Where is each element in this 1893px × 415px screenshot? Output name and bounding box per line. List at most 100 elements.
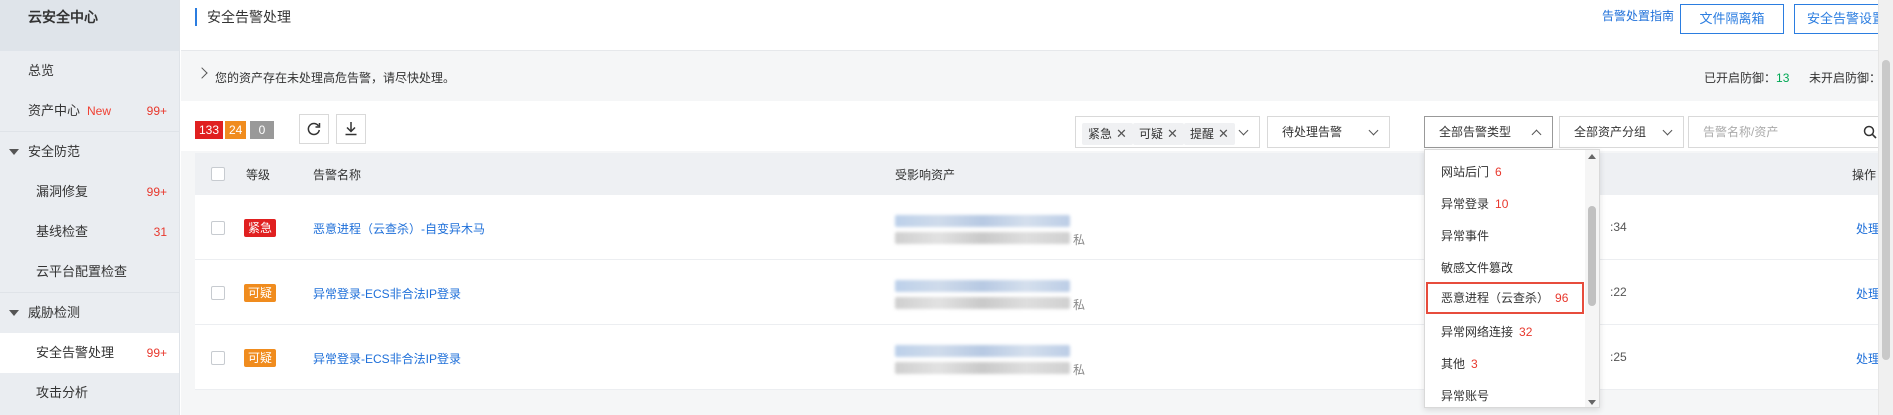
asset-ip-type: 私 xyxy=(1073,233,1086,247)
defense-disabled-stat: 未开启防御：1 xyxy=(1809,69,1888,86)
scroll-thumb[interactable] xyxy=(1588,206,1596,306)
sidebar-item-label: 总览 xyxy=(28,63,55,78)
asset-ip-type: 私 xyxy=(1073,363,1086,377)
guide-link[interactable]: 告警处置指南 xyxy=(1602,7,1674,24)
level-badge: 紧急 xyxy=(244,219,277,237)
option-count: 10 xyxy=(1495,197,1509,211)
handle-link[interactable]: 处理 xyxy=(1856,350,1880,367)
sidebar-item-label: 威胁检测 xyxy=(28,305,81,320)
search-placeholder: 告警名称/资产 xyxy=(1703,125,1779,139)
handle-link[interactable]: 处理 xyxy=(1856,220,1880,237)
toolbar: 133 24 0 紧急 ✕ 可疑 ✕ 提醒 ✕ 待处理告警 全部告警类型 全部资产分组 xyxy=(181,101,1893,151)
sidebar-item-baseline[interactable]: 基线检查 31 xyxy=(0,212,179,252)
search-icon[interactable] xyxy=(1863,125,1877,139)
sidebar-item-attack-analysis[interactable]: 攻击分析 xyxy=(0,373,179,413)
alert-type-select[interactable]: 全部告警类型 xyxy=(1424,116,1553,148)
dropdown-option-highlighted[interactable]: 恶意进程（云查杀） 96 xyxy=(1426,282,1584,314)
option-label: 其他 xyxy=(1441,357,1466,371)
asset-name-redacted xyxy=(895,280,1070,292)
col-action: 操作 xyxy=(1852,168,1877,182)
asset-group-select[interactable]: 全部资产分组 xyxy=(1559,116,1684,148)
sidebar-item-alerts[interactable]: 安全告警处理 99+ xyxy=(0,333,179,373)
suspicious-count-badge[interactable]: 24 xyxy=(225,121,247,139)
alerts-table: 等级 告警名称 受影响资产 操作 紧急 恶意进程（云查杀）-自变异木马 私 :3… xyxy=(195,153,1893,390)
dropdown-scrollbar[interactable] xyxy=(1585,150,1599,407)
dropdown-option[interactable]: 网站后门 6 xyxy=(1425,156,1585,188)
scroll-down-icon[interactable] xyxy=(1588,400,1596,405)
option-label: 异常事件 xyxy=(1441,229,1490,243)
sidebar-item-overview[interactable]: 总览 xyxy=(0,51,179,91)
tag-label: 提醒 xyxy=(1190,127,1215,141)
option-count: 96 xyxy=(1555,291,1569,305)
sidebar-item-asset-center[interactable]: 资产中心 New 99+ xyxy=(0,91,179,131)
sidebar-item-label: 漏洞修复 xyxy=(36,184,89,199)
chevron-up-icon xyxy=(1531,129,1542,140)
dropdown-option[interactable]: 异常事件 xyxy=(1425,220,1585,252)
refresh-button[interactable] xyxy=(299,114,329,144)
sidebar-item-cloud-config[interactable]: 云平台配置检查 xyxy=(0,252,179,292)
level-tag-urgent: 紧急 ✕ xyxy=(1082,123,1133,145)
page-header: 安全告警处理 告警处置指南 文件隔离箱 安全告警设置 xyxy=(181,0,1893,51)
option-count: 3 xyxy=(1471,357,1478,371)
handle-link[interactable]: 处理 xyxy=(1856,285,1880,302)
refresh-icon xyxy=(307,122,321,136)
alert-time: :25 xyxy=(1610,350,1627,364)
close-icon[interactable]: ✕ xyxy=(1116,126,1127,141)
alert-name-link[interactable]: 异常登录-ECS非合法IP登录 xyxy=(313,350,461,367)
status-select[interactable]: 待处理告警 xyxy=(1267,116,1390,148)
caret-down-icon xyxy=(9,310,19,316)
close-icon[interactable]: ✕ xyxy=(1167,126,1178,141)
sidebar: 云安全中心 总览 资产中心 New 99+ 安全防范 漏洞修复 99+ 基线检查 … xyxy=(0,0,180,415)
option-label: 恶意进程（云查杀） xyxy=(1441,291,1550,305)
defense-enabled-stat: 已开启防御：13 xyxy=(1704,69,1789,86)
close-icon[interactable]: ✕ xyxy=(1218,126,1229,141)
chevron-right-icon[interactable] xyxy=(196,67,208,79)
row-checkbox[interactable] xyxy=(211,351,225,365)
alert-name-link[interactable]: 异常登录-ECS非合法IP登录 xyxy=(313,285,461,302)
dropdown-option[interactable]: 异常网络连接 32 xyxy=(1425,316,1585,348)
select-all-checkbox[interactable] xyxy=(211,167,225,181)
col-asset: 受影响资产 xyxy=(895,168,956,182)
download-button[interactable] xyxy=(336,114,366,144)
notice-bar: 您的资产存在未处理高危告警，请尽快处理。 已开启防御：13 未开启防御：1 xyxy=(181,52,1893,100)
page-scrollbar[interactable] xyxy=(1878,0,1893,415)
sidebar-item-label: 攻击分析 xyxy=(36,385,89,400)
count-badge: 99+ xyxy=(146,104,167,118)
sidebar-group-defense[interactable]: 安全防范 xyxy=(0,132,179,172)
reminder-count-badge[interactable]: 0 xyxy=(250,121,274,139)
sidebar-item-vuln-fix[interactable]: 漏洞修复 99+ xyxy=(0,172,179,212)
dropdown-option[interactable]: 敏感文件篡改 xyxy=(1425,252,1585,284)
select-value: 全部资产分组 xyxy=(1574,125,1647,139)
sidebar-title: 云安全中心 xyxy=(0,0,179,51)
download-icon xyxy=(345,122,357,136)
tag-label: 紧急 xyxy=(1088,127,1113,141)
search-input[interactable]: 告警名称/资产 xyxy=(1688,116,1886,148)
alert-name-link[interactable]: 恶意进程（云查杀）-自变异木马 xyxy=(313,220,485,237)
urgent-count-badge[interactable]: 133 xyxy=(195,121,224,139)
scroll-thumb[interactable] xyxy=(1882,60,1890,360)
asset-name-redacted xyxy=(895,215,1070,227)
dropdown-option[interactable]: 异常账号 xyxy=(1425,380,1585,407)
option-label: 网站后门 xyxy=(1441,165,1490,179)
level-filter-select[interactable]: 紧急 ✕ 可疑 ✕ 提醒 ✕ xyxy=(1075,116,1260,148)
sidebar-group-threat[interactable]: 威胁检测 xyxy=(0,293,179,333)
option-label: 敏感文件篡改 xyxy=(1441,261,1514,275)
option-count: 32 xyxy=(1519,325,1533,339)
row-checkbox[interactable] xyxy=(211,286,225,300)
table-header: 等级 告警名称 受影响资产 操作 xyxy=(195,153,1893,195)
scroll-up-icon[interactable] xyxy=(1588,154,1596,159)
select-value: 待处理告警 xyxy=(1282,125,1343,139)
stat-value: 13 xyxy=(1776,71,1790,85)
page-title: 安全告警处理 xyxy=(195,8,291,26)
table-row: 可疑 异常登录-ECS非合法IP登录 私 :22 处理 xyxy=(195,260,1893,325)
dropdown-option[interactable]: 其他 3 xyxy=(1425,348,1585,380)
chevron-down-icon xyxy=(1368,125,1379,136)
sidebar-item-label: 基线检查 xyxy=(36,224,89,239)
dropdown-option[interactable]: 异常登录 10 xyxy=(1425,188,1585,220)
sidebar-item-label: 安全防范 xyxy=(28,144,81,159)
quarantine-button[interactable]: 文件隔离箱 xyxy=(1680,4,1784,34)
asset-name-redacted xyxy=(895,345,1070,357)
alert-time: :34 xyxy=(1610,220,1627,234)
option-count: 6 xyxy=(1495,165,1502,179)
row-checkbox[interactable] xyxy=(211,221,225,235)
